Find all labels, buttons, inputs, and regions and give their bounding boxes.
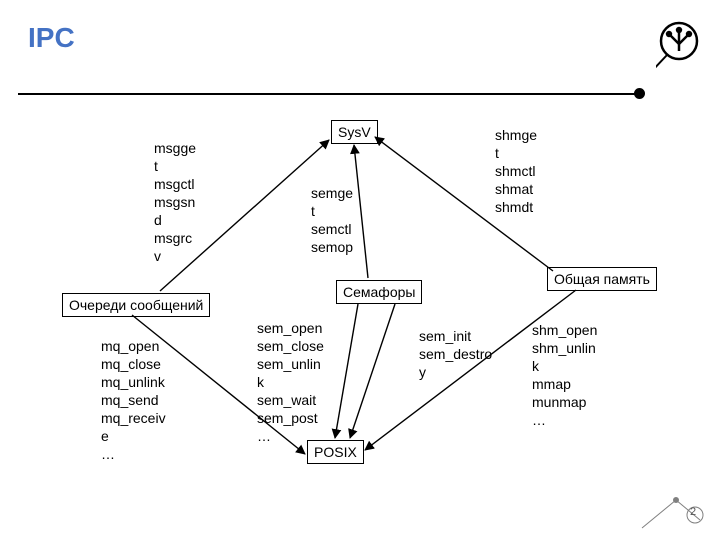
footer-network-icon — [632, 490, 712, 540]
arrows — [0, 0, 720, 540]
page-number: 2 — [690, 506, 696, 518]
